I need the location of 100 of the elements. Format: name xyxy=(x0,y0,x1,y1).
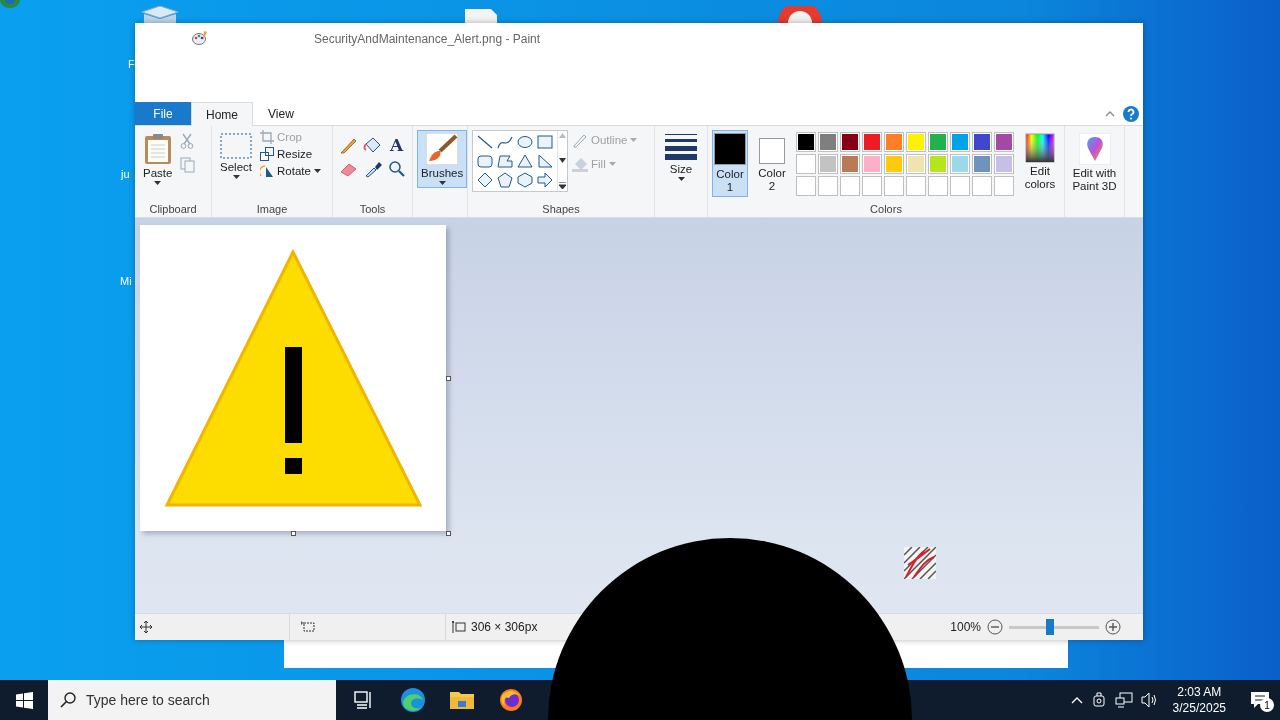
palette-swatch[interactable] xyxy=(884,132,904,152)
device-icon[interactable] xyxy=(1090,692,1107,708)
palette-swatch[interactable] xyxy=(840,154,860,174)
palette-swatch[interactable] xyxy=(928,132,948,152)
bin-icon[interactable] xyxy=(140,6,180,23)
palette-swatch[interactable] xyxy=(972,154,992,174)
caret-icon xyxy=(608,162,616,166)
paint-3d-button[interactable]: Edit with Paint 3D xyxy=(1068,130,1121,196)
palette-swatch[interactable] xyxy=(796,154,816,174)
paint-drop-icon xyxy=(1078,133,1111,165)
polygon-shape-icon[interactable] xyxy=(496,153,514,169)
scissors-icon[interactable] xyxy=(180,133,195,149)
right-triangle-shape-icon[interactable] xyxy=(536,153,554,169)
palette-swatch[interactable] xyxy=(906,132,926,152)
canvas-size-icon xyxy=(452,620,466,634)
caret-icon xyxy=(438,181,446,185)
palette-swatch[interactable] xyxy=(972,132,992,152)
diamond-shape-icon[interactable] xyxy=(476,172,494,188)
scroll-down-icon[interactable] xyxy=(559,157,566,163)
search-field[interactable]: Type here to search xyxy=(48,680,336,720)
resize-handle[interactable] xyxy=(446,376,451,381)
browser-icon[interactable] xyxy=(778,6,822,23)
rounded-rectangle-shape-icon[interactable] xyxy=(476,153,494,169)
palette-swatch[interactable] xyxy=(994,154,1014,174)
selection-size-icon xyxy=(301,621,315,633)
speaker-icon[interactable] xyxy=(1140,692,1159,708)
magnifier-icon[interactable] xyxy=(386,160,407,178)
paint-bucket-icon[interactable] xyxy=(362,136,383,154)
group-label: Image xyxy=(255,203,289,217)
crop-icon xyxy=(260,130,274,144)
chevron-up-icon[interactable] xyxy=(1070,696,1083,704)
hexagon-shape-icon[interactable] xyxy=(516,172,534,188)
palette-swatch[interactable] xyxy=(928,154,948,174)
image-size-text: 306 × 306px xyxy=(471,620,538,634)
color-slot-button[interactable]: Color 1 xyxy=(712,130,748,197)
move-icon xyxy=(140,621,152,633)
rectangle-shape-icon[interactable] xyxy=(536,134,554,150)
palette-swatch[interactable] xyxy=(884,154,904,174)
palette-swatch[interactable] xyxy=(818,154,838,174)
zoom-out-icon[interactable] xyxy=(987,619,1003,635)
notification-count: 1 xyxy=(1260,698,1274,712)
size-button[interactable]: Size xyxy=(661,130,701,184)
resize-handle[interactable] xyxy=(446,531,451,536)
curve-shape-icon[interactable] xyxy=(496,134,514,150)
clipboard-icon xyxy=(143,133,172,165)
clock[interactable]: 2:03 AM 3/25/2025 xyxy=(1166,684,1232,716)
group-label: Colors xyxy=(869,203,903,217)
action-center-button[interactable]: 1 xyxy=(1240,680,1280,720)
select-button[interactable]: Select xyxy=(216,130,256,182)
text-tool-icon[interactable]: A xyxy=(386,136,407,154)
group-label: Tools xyxy=(358,203,387,217)
palette-swatch[interactable] xyxy=(796,132,816,152)
triangle-shape-icon[interactable] xyxy=(516,153,534,169)
pencil-icon[interactable] xyxy=(338,136,359,154)
resize-handle[interactable] xyxy=(291,531,296,536)
selection-icon xyxy=(220,133,252,159)
line-shape-icon[interactable] xyxy=(476,134,494,150)
palette-swatch[interactable] xyxy=(950,154,970,174)
more-icon[interactable] xyxy=(559,182,566,189)
palette-swatch[interactable] xyxy=(862,154,882,174)
hatch-pattern-icon xyxy=(904,547,936,579)
zoom-level-text: 100% xyxy=(950,620,981,634)
edit-colors-button[interactable]: Edit colors xyxy=(1020,130,1060,194)
resize-button[interactable]: Resize xyxy=(260,147,321,161)
ribbon-tab[interactable]: Home xyxy=(191,102,253,126)
paste-button[interactable]: Paste xyxy=(139,130,177,188)
bucket-icon xyxy=(572,156,588,172)
palette-swatch[interactable] xyxy=(906,154,926,174)
rotate-button[interactable]: Rotate xyxy=(260,164,321,178)
file-menu-tab[interactable]: File xyxy=(135,102,191,125)
help-icon[interactable] xyxy=(1123,105,1139,122)
caret-icon xyxy=(630,138,638,142)
brushes-button[interactable]: Brushes xyxy=(417,130,468,188)
caret-icon xyxy=(677,177,685,181)
pen-icon xyxy=(572,132,588,148)
ribbon-tab[interactable]: View xyxy=(253,102,309,125)
palette-icon xyxy=(192,30,208,45)
palette-swatch[interactable] xyxy=(862,132,882,152)
collapse-ribbon-icon[interactable] xyxy=(1105,110,1115,117)
pentagon-shape-icon[interactable] xyxy=(496,172,514,188)
search-icon xyxy=(60,692,76,708)
caret-icon xyxy=(313,169,321,173)
caret-icon xyxy=(232,175,240,179)
wave-logo-icon xyxy=(399,687,426,713)
color-slot-button[interactable]: Color 2 xyxy=(754,130,790,196)
group-label: Shapes xyxy=(541,203,581,217)
window-title: SecurityAndMaintenance_Alert.png - Paint xyxy=(314,31,541,46)
network-icon[interactable] xyxy=(1114,692,1133,708)
caret-icon xyxy=(154,181,162,185)
line-width-icon xyxy=(665,133,697,161)
arrow-shape-icon[interactable] xyxy=(536,172,554,188)
palette-swatch[interactable] xyxy=(994,132,1014,152)
folder-icon xyxy=(449,690,474,710)
zoom-in-icon[interactable] xyxy=(1105,619,1121,635)
palette-swatch[interactable] xyxy=(818,132,838,152)
palette-swatch[interactable] xyxy=(840,132,860,152)
task-view-icon xyxy=(353,691,374,709)
brush-icon xyxy=(426,133,459,165)
palette-swatch[interactable] xyxy=(950,132,970,152)
oval-shape-icon[interactable] xyxy=(516,134,534,150)
